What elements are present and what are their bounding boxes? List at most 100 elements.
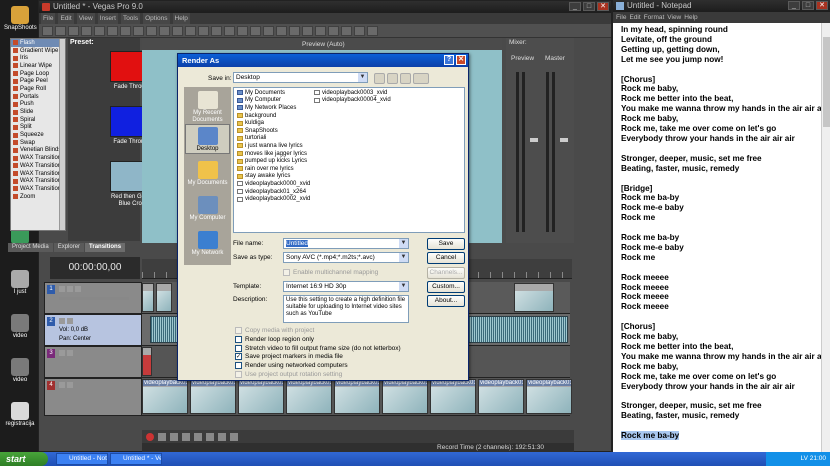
desktop-icon[interactable]: video bbox=[4, 358, 36, 384]
toolbar-button-icon[interactable] bbox=[198, 25, 209, 36]
preview-fader[interactable] bbox=[530, 138, 538, 142]
save-in-select[interactable]: Desktop ▼ bbox=[233, 72, 368, 83]
taskbar-button[interactable]: Untitled * - Vegas... bbox=[110, 453, 162, 465]
video-clip[interactable] bbox=[142, 283, 154, 312]
toolbar-button-icon[interactable] bbox=[328, 25, 339, 36]
scrollbar-thumb[interactable] bbox=[823, 37, 830, 127]
track-4[interactable]: videoplayback01_xvideoplayback01_xvideop… bbox=[142, 378, 572, 416]
track-header-2[interactable]: 2 Vol: 0,0 dB Pan: Center bbox=[44, 314, 142, 346]
notepad-scrollbar[interactable] bbox=[821, 23, 830, 452]
toolbar-button-icon[interactable] bbox=[94, 25, 105, 36]
toolbar-button-icon[interactable] bbox=[172, 25, 183, 36]
maximize-button[interactable]: □ bbox=[802, 1, 814, 10]
master-fader[interactable] bbox=[560, 138, 568, 142]
desktop-icon[interactable]: I just bbox=[4, 270, 36, 296]
solo-icon[interactable] bbox=[67, 350, 73, 356]
solo-icon[interactable] bbox=[67, 286, 73, 292]
about-button[interactable]: About... bbox=[427, 295, 465, 307]
toolbar-button-icon[interactable] bbox=[315, 25, 326, 36]
menu-item[interactable]: Options bbox=[143, 13, 170, 24]
toolbar-button-icon[interactable] bbox=[146, 25, 157, 36]
fx-icon[interactable] bbox=[75, 286, 81, 292]
file-item[interactable]: stay awake lyrics bbox=[237, 173, 310, 181]
menu-item[interactable]: Format bbox=[644, 12, 665, 23]
video-clip[interactable]: videoplayback01_x bbox=[238, 379, 284, 414]
minimize-button[interactable]: _ bbox=[788, 1, 800, 10]
video-clip[interactable]: videoplayback01_x bbox=[190, 379, 236, 414]
video-clip[interactable]: videoplayback01_x bbox=[382, 379, 428, 414]
file-item[interactable]: My Computer bbox=[237, 97, 310, 105]
toolbar-button-icon[interactable] bbox=[276, 25, 287, 36]
mute-icon[interactable] bbox=[59, 318, 65, 324]
transition-item[interactable]: WAX Transition 1 bbox=[11, 154, 65, 162]
transition-item[interactable]: Squeeze bbox=[11, 131, 65, 139]
place-item[interactable]: My Computer bbox=[185, 194, 230, 222]
menu-item[interactable]: Help bbox=[172, 13, 190, 24]
transition-item[interactable]: WAX Transition 3 bbox=[11, 170, 65, 178]
preview-mode-select[interactable]: Preview (Auto) bbox=[302, 41, 345, 48]
place-item[interactable]: My Documents bbox=[185, 159, 230, 187]
file-item[interactable]: i just wanna live lyrics bbox=[237, 142, 310, 150]
play-icon[interactable] bbox=[182, 432, 190, 441]
close-button[interactable]: ✕ bbox=[816, 1, 828, 10]
transition-item[interactable]: WAX Transition 5 bbox=[11, 185, 65, 193]
dialog-close-button[interactable]: ✕ bbox=[456, 55, 466, 65]
file-item[interactable]: videoplayback0000_xvid bbox=[237, 180, 310, 188]
channels-button[interactable]: Channels... bbox=[427, 267, 465, 279]
transition-item[interactable]: Linear Wipe bbox=[11, 62, 65, 70]
start-button[interactable]: start bbox=[0, 452, 48, 466]
file-item[interactable]: moves like jagger lyrics bbox=[237, 150, 310, 158]
toolbar-button-icon[interactable] bbox=[133, 25, 144, 36]
transition-item[interactable]: Slide bbox=[11, 108, 65, 116]
loop-icon[interactable] bbox=[158, 432, 166, 441]
toolbar-button-icon[interactable] bbox=[224, 25, 235, 36]
menu-item[interactable]: View bbox=[667, 12, 681, 23]
place-item[interactable]: My Network bbox=[185, 229, 230, 257]
transition-item[interactable]: Push bbox=[11, 101, 65, 109]
file-item[interactable]: turtoriali bbox=[237, 135, 310, 143]
file-item[interactable]: My Documents bbox=[237, 89, 310, 97]
toolbar-button-icon[interactable] bbox=[302, 25, 313, 36]
toolbar-button-icon[interactable] bbox=[263, 25, 274, 36]
file-item[interactable]: videoplayback0003_xvid bbox=[314, 89, 391, 97]
minimize-button[interactable]: _ bbox=[569, 2, 581, 11]
solo-icon[interactable] bbox=[67, 318, 73, 324]
transition-item[interactable]: Page Loop bbox=[11, 70, 65, 78]
save-button[interactable]: Save bbox=[427, 238, 465, 250]
file-item[interactable]: rain over me lyrics bbox=[237, 165, 310, 173]
toolbar-button-icon[interactable] bbox=[159, 25, 170, 36]
place-item[interactable]: My Recent Documents bbox=[185, 89, 230, 124]
transition-item[interactable]: Portals bbox=[11, 93, 65, 101]
toolbar-button-icon[interactable] bbox=[42, 25, 53, 36]
file-item[interactable]: background bbox=[237, 112, 310, 120]
transition-item[interactable]: Spiral bbox=[11, 116, 65, 124]
file-item[interactable]: pumped up kicks Lyrics bbox=[237, 157, 310, 165]
toolbar-button-icon[interactable] bbox=[367, 25, 378, 36]
render-option-checkbox[interactable]: Use project output rotation setting bbox=[235, 371, 342, 378]
menu-item[interactable]: Help bbox=[684, 12, 697, 23]
toolbar-button-icon[interactable] bbox=[107, 25, 118, 36]
transition-item[interactable]: Flash bbox=[11, 39, 65, 47]
toolbar-button-icon[interactable] bbox=[211, 25, 222, 36]
transition-item[interactable]: Split bbox=[11, 124, 65, 132]
toolbar-button-icon[interactable] bbox=[185, 25, 196, 36]
transition-item[interactable]: Zoom bbox=[11, 193, 65, 201]
video-clip[interactable] bbox=[514, 283, 554, 312]
panel-tab[interactable]: Explorer bbox=[53, 243, 85, 252]
menu-item[interactable]: Insert bbox=[97, 13, 118, 24]
notepad-text-area[interactable]: In my head, spinning round Levitate, off … bbox=[613, 23, 830, 441]
transition-item[interactable]: WAX Transition 2 bbox=[11, 162, 65, 170]
go-to-start-icon[interactable] bbox=[218, 432, 226, 441]
record-icon[interactable] bbox=[146, 432, 154, 441]
toolbar-button-icon[interactable] bbox=[289, 25, 300, 36]
render-option-checkbox[interactable]: Copy media with project bbox=[235, 327, 314, 334]
panel-tab[interactable]: Project Media bbox=[8, 243, 53, 252]
desktop-icon[interactable]: video bbox=[4, 314, 36, 340]
track-header-1[interactable]: 1 bbox=[44, 282, 142, 314]
transitions-scrollbar[interactable] bbox=[59, 39, 65, 230]
video-clip[interactable]: videoplayback01_x bbox=[526, 379, 572, 414]
toolbar-button-icon[interactable] bbox=[81, 25, 92, 36]
file-item[interactable]: videoplayback00004_xvid bbox=[314, 97, 391, 105]
transition-item[interactable]: Venetian Blinds bbox=[11, 147, 65, 155]
transition-item[interactable]: Page Peel bbox=[11, 77, 65, 85]
